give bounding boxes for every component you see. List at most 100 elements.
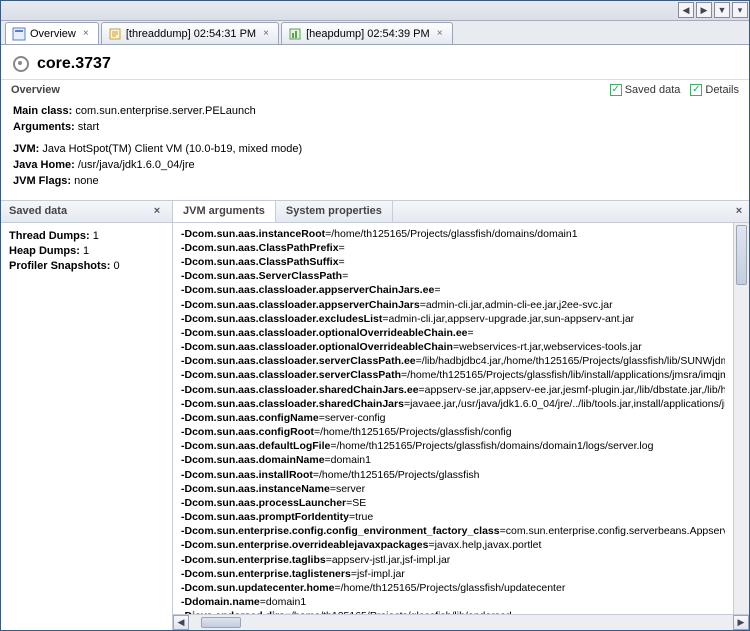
saved-data-panel-body: Thread Dumps: 1 Heap Dumps: 1 Profiler S… (1, 223, 172, 630)
scroll-left-button[interactable]: ◀ (173, 615, 189, 630)
jvm-arg-value: =/home/th125165/Projects/glassfish/lib/i… (401, 369, 725, 381)
jvm-argument-line: -Ddomain.name=domain1 (181, 595, 725, 609)
tab-system-properties[interactable]: System properties (276, 200, 393, 222)
tab-label: [threaddump] 02:54:31 PM (126, 28, 256, 40)
tab-label: Overview (30, 28, 76, 40)
jvm-arg-value: =/home/th125165/Projects/glassfish (313, 469, 480, 481)
jvm-arg-key: -Dcom.sun.aas.classloader.appserverChain… (181, 299, 420, 311)
jvm-argument-line: -Dcom.sun.enterprise.config.config_envir… (181, 524, 725, 538)
close-icon[interactable]: × (150, 205, 164, 217)
jvm-argument-line: -Dcom.sun.aas.promptForIdentity=true (181, 510, 725, 524)
jvm-argument-line: -Dcom.sun.aas.classloader.appserverChain… (181, 298, 725, 312)
jvm-arg-key: -Dcom.sun.aas.defaultLogFile (181, 440, 330, 452)
page-title: core.3737 (37, 55, 111, 73)
jvm-arguments-list: -Dcom.sun.aas.instanceRoot=/home/th12516… (173, 223, 733, 614)
details-checkbox[interactable]: ✓ Details (690, 84, 739, 96)
content-area: core.3737 Overview ✓ Saved data ✓ Detail… (1, 45, 749, 630)
jvm-arg-value: =server-config (319, 412, 386, 424)
jvm-argument-line: -Dcom.sun.aas.domainName=domain1 (181, 453, 725, 467)
jvm-argument-line: -Dcom.sun.aas.ClassPathSuffix= (181, 255, 725, 269)
jvm-arg-key: -Dcom.sun.enterprise.taglibs (181, 554, 326, 566)
nav-next-button[interactable]: ▶ (696, 2, 712, 18)
tab-heapdump[interactable]: [heapdump] 02:54:39 PM × (281, 22, 453, 44)
close-icon[interactable]: × (260, 28, 272, 40)
jvm-arg-value: =true (349, 511, 373, 523)
arguments-value: start (78, 121, 99, 133)
tab-jvm-arguments[interactable]: JVM arguments (173, 200, 276, 222)
jvm-arg-value: =appserv-se.jar,appserv-ee.jar,jesmf-plu… (419, 384, 725, 396)
profiler-snapshots-value: 0 (114, 260, 120, 272)
jvm-arg-value: =appserv-jstl.jar,jsf-impl.jar (326, 554, 451, 566)
tab-label: [heapdump] 02:54:39 PM (306, 28, 430, 40)
jvm-arg-key: -Dcom.sun.aas.classloader.serverClassPat… (181, 369, 401, 381)
jvm-arg-key: -Dcom.sun.enterprise.overrideablejavaxpa… (181, 539, 428, 551)
panel-title: Saved data (9, 205, 67, 217)
tab-threaddump[interactable]: [threaddump] 02:54:31 PM × (101, 22, 279, 44)
lower-panels: Saved data × Thread Dumps: 1 Heap Dumps:… (1, 200, 749, 630)
jvm-argument-line: -Dcom.sun.aas.processLauncher=SE (181, 496, 725, 510)
jvm-arg-value: =jsf-impl.jar (351, 568, 405, 580)
jvm-arg-value: =/home/th125165/Projects/glassfish/domai… (325, 228, 577, 240)
jvm-value: Java HotSpot(TM) Client VM (10.0-b19, mi… (42, 143, 302, 155)
jvm-arg-value: = (339, 256, 345, 268)
jvm-argument-line: -Dcom.sun.aas.classloader.serverClassPat… (181, 354, 725, 368)
jvm-arg-key: -Dcom.sun.aas.ClassPathPrefix (181, 242, 339, 254)
jvm-argument-line: -Dcom.sun.updatecenter.home=/home/th1251… (181, 581, 725, 595)
jvm-arg-key: -Dcom.sun.aas.classloader.sharedChainJar… (181, 384, 419, 396)
close-icon[interactable]: × (434, 28, 446, 40)
jvm-arg-key: -Dcom.sun.aas.ServerClassPath (181, 270, 342, 282)
close-icon[interactable]: × (80, 28, 92, 40)
jvm-arg-key: -Dcom.sun.aas.classloader.serverClassPat… (181, 355, 416, 367)
jvm-argument-line: -Dcom.sun.aas.ClassPathPrefix= (181, 241, 725, 255)
jvm-arg-value: =javax.help,javax.portlet (428, 539, 541, 551)
jvm-argument-line: -Dcom.sun.aas.classloader.sharedChainJar… (181, 397, 725, 411)
tab-overview[interactable]: Overview × (5, 22, 99, 44)
jvm-arg-key: -Dcom.sun.aas.classloader.appserverChain… (181, 284, 434, 296)
nav-menu-button[interactable]: ▾ (732, 2, 748, 18)
scrollbar-thumb[interactable] (201, 617, 241, 628)
heap-dumps-value: 1 (83, 245, 89, 257)
jvm-arg-value: =/home/th125165/Projects/glassfish/updat… (334, 582, 565, 594)
jvm-arg-value: =server (330, 483, 365, 495)
jvm-arg-value: =domain1 (325, 454, 371, 466)
heapdump-icon (288, 27, 302, 41)
jvm-arg-key: -Dcom.sun.aas.classloader.optionalOverri… (181, 341, 453, 353)
jvm-arg-key: -Dcom.sun.aas.classloader.excludesList (181, 313, 382, 325)
jvm-arg-key: -Dcom.sun.aas.classloader.optionalOverri… (181, 327, 468, 339)
checkbox-label: Saved data (625, 84, 681, 96)
thread-dumps-label: Thread Dumps: (9, 230, 90, 242)
vertical-scrollbar[interactable] (733, 223, 749, 614)
jvm-arg-key: -Dcom.sun.aas.promptForIdentity (181, 511, 349, 523)
jvm-arg-key: -Dcom.sun.aas.processLauncher (181, 497, 346, 509)
close-icon[interactable]: × (735, 205, 749, 217)
jvm-arg-value: = (342, 270, 348, 282)
java-home-value: /usr/java/jdk1.6.0_04/jre (78, 159, 195, 171)
jvm-arg-value: =admin-cli.jar,appserv-upgrade.jar,sun-a… (382, 313, 634, 325)
jvm-argument-line: -Dcom.sun.enterprise.taglisteners=jsf-im… (181, 567, 725, 581)
scrollbar-thumb[interactable] (736, 225, 747, 285)
saved-data-checkbox[interactable]: ✓ Saved data (610, 84, 681, 96)
jvm-arg-key: -Dcom.sun.enterprise.taglisteners (181, 568, 351, 580)
jvm-arg-value: =/home/th125165/Projects/glassfish/confi… (314, 426, 512, 438)
jvm-label: JVM: (13, 143, 39, 155)
jvm-argument-line: -Dcom.sun.aas.configName=server-config (181, 411, 725, 425)
arguments-label: Arguments: (13, 121, 75, 133)
jvm-arg-key: -Dcom.sun.updatecenter.home (181, 582, 334, 594)
jvm-argument-line: -Dcom.sun.aas.ServerClassPath= (181, 269, 725, 283)
jvm-arg-key: -Ddomain.name (181, 596, 260, 608)
jvm-argument-line: -Dcom.sun.aas.classloader.sharedChainJar… (181, 383, 725, 397)
jvm-arg-value: = (339, 242, 345, 254)
checkbox-label: Details (705, 84, 739, 96)
scroll-right-button[interactable]: ▶ (733, 615, 749, 630)
overview-icon (12, 27, 26, 41)
nav-prev-button[interactable]: ◀ (678, 2, 694, 18)
nav-maximize-button[interactable]: ▼ (714, 2, 730, 18)
jvm-arg-value: =com.sun.enterprise.config.serverbeans.A… (500, 525, 725, 537)
scrollbar-track[interactable] (189, 615, 733, 630)
arguments-panel-tabs: JVM arguments System properties × (173, 201, 749, 223)
horizontal-scrollbar[interactable]: ◀ ▶ (173, 614, 749, 630)
arguments-panel: JVM arguments System properties × -Dcom.… (173, 201, 749, 630)
jvm-arg-value: =admin-cli.jar,admin-cli-ee.jar,j2ee-svc… (420, 299, 613, 311)
main-class-label: Main class: (13, 105, 72, 117)
jvm-arguments-viewport: -Dcom.sun.aas.instanceRoot=/home/th12516… (173, 223, 749, 614)
